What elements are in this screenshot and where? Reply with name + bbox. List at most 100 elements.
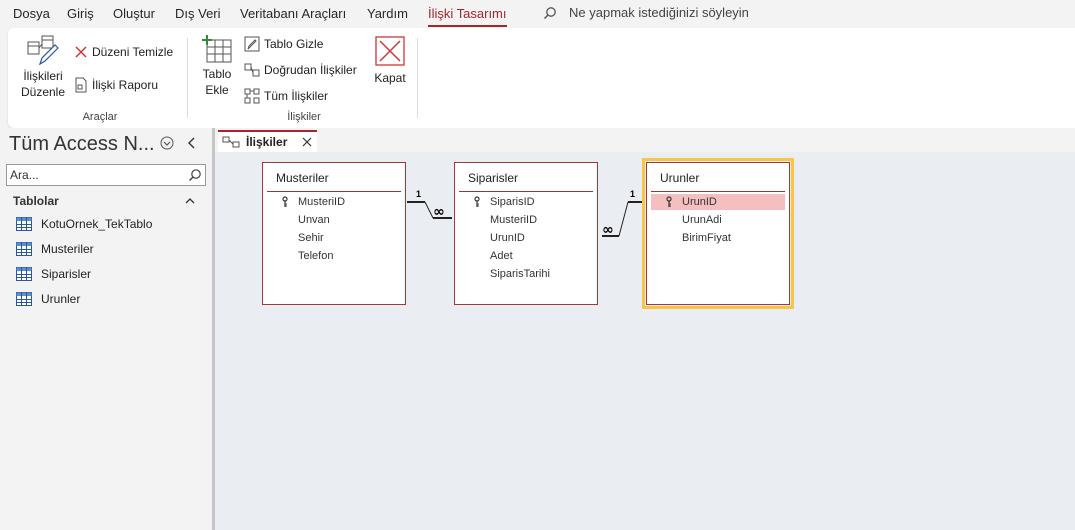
close-relationships-button[interactable]: Kapat [368,36,412,86]
table-box-siparisler[interactable]: Siparisler SiparisID MusteriID UrunID Ad… [454,162,598,305]
tab-iliskiler[interactable]: İlişkiler [218,130,317,152]
close-tab-icon[interactable] [302,137,312,147]
report-icon [75,77,87,93]
field-row[interactable]: UrunID [459,230,593,246]
field-row[interactable]: Adet [459,248,593,264]
all-relationships-button[interactable]: Tüm İlişkiler [244,88,328,104]
table-title[interactable]: Siparisler [468,171,518,185]
group-label-araclar: Araçlar [82,111,118,123]
table-title[interactable]: Urunler [660,171,699,185]
field-name: MusteriID [298,196,346,208]
field-name: Sehir [298,232,324,244]
menu-yardim[interactable]: Yardım [367,6,408,21]
hide-table-button[interactable]: Tablo Gizle [244,36,323,52]
menu-bar: Dosya Giriş Oluştur Dış Veri Veritabanı … [0,0,1075,28]
clear-layout-label: Düzeni Temizle [92,45,174,59]
nav-search-input[interactable] [10,167,180,183]
nav-item-table[interactable]: Musteriler [16,242,94,256]
table-box-musteriler[interactable]: Musteriler MusteriID Unvan Sehir Telefon [262,162,406,305]
field-row[interactable]: SiparisTarihi [459,266,593,282]
all-relationships-icon [244,88,260,104]
clear-x-icon [75,46,87,58]
field-row[interactable]: Sehir [267,230,401,246]
chevron-down-circle-icon[interactable] [160,136,174,150]
tell-me-text: Ne yapmak istediğinizi söyleyin [569,5,749,20]
add-table-label-1: Tablo [202,67,232,81]
table-icon [16,267,32,281]
field-row[interactable]: UrunAdi [651,212,785,228]
field-row[interactable]: Telefon [267,248,401,264]
direct-relationships-icon [244,63,260,77]
document-tab-bar: İlişkiler [215,128,1075,152]
menu-dis-veri[interactable]: Dış Veri [175,6,221,21]
chevron-up-icon[interactable] [184,196,196,206]
field-row-selected[interactable]: UrunID [651,194,785,210]
tell-me-box[interactable]: Ne yapmak istediğinizi söyleyin [543,5,749,20]
menu-veritabani-araclari[interactable]: Veritabanı Araçları [240,6,346,21]
search-icon [543,6,556,19]
relationship-report-button[interactable]: İlişki Raporu [74,77,158,93]
field-row[interactable]: BirimFiyat [651,230,785,246]
group-label-iliskiler: İlişkiler [287,111,321,123]
search-icon[interactable] [188,168,202,182]
ribbon: İlişkileri Düzenle Düzeni Temizle İlişki… [8,28,1075,128]
title-divider [459,191,593,192]
nav-group-tablolar[interactable]: Tablolar [13,194,59,208]
edit-relationships-button[interactable]: İlişkileri Düzenle [18,34,68,100]
nav-item-table[interactable]: Urunler [16,292,80,306]
key-icon [474,196,480,207]
tab-label: İlişkiler [246,135,288,149]
table-icon [16,217,32,231]
field-name: UrunID [682,196,717,208]
field-row[interactable]: Unvan [267,212,401,228]
field-row[interactable]: MusteriID [267,194,401,210]
menu-dosya[interactable]: Dosya [13,6,50,21]
table-title[interactable]: Musteriler [276,171,329,185]
menu-olustur[interactable]: Oluştur [113,6,155,21]
title-divider [267,191,401,192]
hide-table-icon [244,36,260,52]
one-label: 1 [416,189,421,199]
field-name: Adet [490,250,513,262]
field-name: Telefon [298,250,334,262]
add-table-label-2: Ekle [205,83,229,97]
close-icon [375,36,405,66]
collapse-pane-icon[interactable] [186,136,198,150]
menu-iliski-tasarimi[interactable]: İlişki Tasarımı [428,6,507,27]
field-name: SiparisTarihi [490,268,550,280]
edit-relationships-label-2: Düzenle [20,85,66,99]
close-label: Kapat [374,71,406,85]
relationship-urunler-siparisler: ∞ 1 [602,189,644,238]
field-name: BirimFiyat [682,232,731,244]
relationships-canvas[interactable]: 1 ∞ ∞ 1 Musteriler MusteriID Unvan Sehir… [215,152,1075,530]
menu-giris[interactable]: Giriş [67,6,94,21]
field-name: MusteriID [490,214,538,226]
field-row[interactable]: MusteriID [459,212,593,228]
edit-relationships-icon [27,35,59,66]
nav-item-table[interactable]: KotuOrnek_TekTablo [16,217,152,231]
relationship-report-label: İlişki Raporu [92,78,159,92]
table-icon [16,242,32,256]
nav-pane-title[interactable]: Tüm Access N... [9,133,155,156]
field-name: SiparisID [490,196,535,208]
add-table-button[interactable]: Tablo Ekle [195,34,239,98]
key-icon [666,196,672,207]
many-label: ∞ [602,222,614,238]
clear-layout-button[interactable]: Düzeni Temizle [74,45,173,59]
field-row[interactable]: SiparisID [459,194,593,210]
add-table-icon [202,35,232,63]
hide-table-label: Tablo Gizle [264,37,324,51]
table-icon [16,292,32,306]
many-label: ∞ [433,204,445,220]
all-relationships-label: Tüm İlişkiler [264,89,329,103]
relationships-tab-icon [222,136,240,148]
direct-relationships-button[interactable]: Doğrudan İlişkiler [244,62,357,78]
nav-item-table[interactable]: Siparisler [16,267,91,281]
relationship-musteriler-siparisler: 1 ∞ [407,189,452,220]
group-separator [417,38,418,118]
one-label: 1 [630,189,635,199]
table-box-urunler[interactable]: Urunler UrunID UrunAdi BirimFiyat [642,158,794,309]
nav-item-label: KotuOrnek_TekTablo [41,217,153,231]
direct-relationships-label: Doğrudan İlişkiler [264,63,357,77]
key-icon [282,196,288,207]
